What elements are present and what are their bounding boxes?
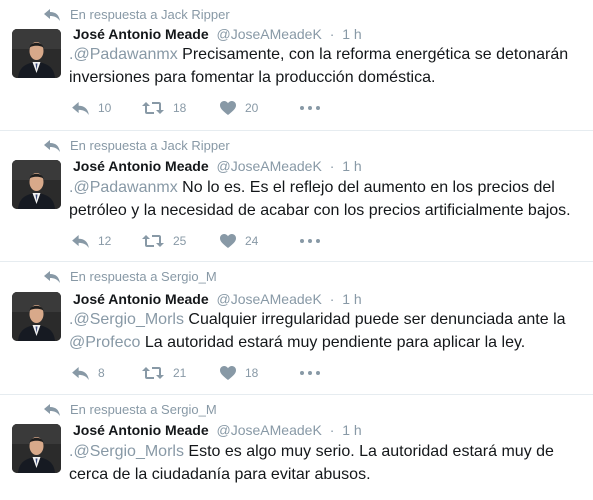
tweet-header: José Antonio Meade @JoseAMeadeK · 1 h: [73, 291, 362, 307]
retweet-count: 21: [173, 366, 187, 380]
author-name[interactable]: José Antonio Meade: [73, 422, 209, 438]
reply-context-text: En respuesta a Sergio_M: [70, 402, 217, 417]
author-handle[interactable]: @JoseAMeadeK: [217, 422, 322, 438]
author-name[interactable]: José Antonio Meade: [73, 158, 209, 174]
reply-count: 10: [98, 101, 112, 115]
reply-context[interactable]: En respuesta a Sergio_M: [44, 269, 217, 284]
reply-context-text: En respuesta a Sergio_M: [70, 269, 217, 284]
retweet-count: 25: [173, 234, 187, 248]
reply-context-text: En respuesta a Jack Ripper: [70, 138, 230, 153]
reply-context-text: En respuesta a Jack Ripper: [70, 7, 230, 22]
like-icon: [220, 366, 236, 380]
tweet[interactable]: En respuesta a Jack Ripper José Antonio …: [0, 0, 593, 131]
mention-link[interactable]: .@Sergio_Morls: [69, 443, 184, 460]
tweet-body: Cualquier irregularidad puede ser denunc…: [183, 311, 566, 328]
reply-count: 12: [98, 234, 112, 248]
more-button[interactable]: [300, 106, 320, 110]
mention-link[interactable]: @Profeco: [69, 334, 140, 351]
avatar[interactable]: [12, 292, 61, 341]
reply-context[interactable]: En respuesta a Sergio_M: [44, 402, 217, 417]
timestamp[interactable]: 1 h: [342, 422, 361, 438]
tweet-text: .@Sergio_Morls Cualquier irregularidad p…: [69, 308, 584, 354]
author-handle[interactable]: @JoseAMeadeK: [217, 26, 322, 42]
retweet-icon: [142, 366, 164, 380]
tweet[interactable]: En respuesta a Jack Ripper José Antonio …: [0, 131, 593, 262]
like-button[interactable]: 20: [220, 101, 300, 115]
timestamp[interactable]: 1 h: [342, 158, 361, 174]
reply-arrow-icon: [44, 140, 60, 152]
tweet-header: José Antonio Meade @JoseAMeadeK · 1 h: [73, 422, 362, 438]
separator-dot: ·: [329, 26, 335, 42]
retweet-button[interactable]: 18: [142, 101, 220, 115]
avatar[interactable]: [12, 29, 61, 78]
timestamp[interactable]: 1 h: [342, 291, 361, 307]
more-icon: [300, 106, 320, 110]
reply-arrow-icon: [44, 9, 60, 21]
tweet-text: .@Sergio_Morls Esto es algo muy serio. L…: [69, 440, 584, 486]
tweet[interactable]: En respuesta a Sergio_M José Antonio Mea…: [0, 395, 593, 500]
mention-link[interactable]: .@Sergio_Morls: [69, 311, 184, 328]
mention-link[interactable]: .@Padawanmx: [69, 179, 178, 196]
retweet-button[interactable]: 21: [142, 366, 220, 380]
tweet-text: .@Padawanmx No lo es. Es el reflejo del …: [69, 176, 584, 222]
tweet-body: La autoridad estará muy pendiente para a…: [140, 334, 526, 351]
like-icon: [220, 234, 236, 248]
like-count: 18: [245, 366, 259, 380]
reply-icon: [72, 367, 89, 380]
reply-button[interactable]: 8: [72, 366, 142, 380]
separator-dot: ·: [329, 158, 335, 174]
like-count: 24: [245, 234, 259, 248]
author-handle[interactable]: @JoseAMeadeK: [217, 158, 322, 174]
tweet-header: José Antonio Meade @JoseAMeadeK · 1 h: [73, 26, 362, 42]
reply-button[interactable]: 10: [72, 101, 142, 115]
reply-context[interactable]: En respuesta a Jack Ripper: [44, 138, 230, 153]
more-button[interactable]: [300, 371, 320, 375]
tweet-actions: 10 18 20: [72, 101, 320, 115]
retweet-count: 18: [173, 101, 187, 115]
more-icon: [300, 371, 320, 375]
avatar[interactable]: [12, 160, 61, 209]
more-button[interactable]: [300, 239, 320, 243]
tweet-text: .@Padawanmx Precisamente, con la reforma…: [69, 43, 584, 89]
more-icon: [300, 239, 320, 243]
reply-icon: [72, 102, 89, 115]
like-count: 20: [245, 101, 259, 115]
like-button[interactable]: 24: [220, 234, 300, 248]
retweet-icon: [142, 234, 164, 248]
timestamp[interactable]: 1 h: [342, 26, 361, 42]
author-name[interactable]: José Antonio Meade: [73, 291, 209, 307]
like-button[interactable]: 18: [220, 366, 300, 380]
avatar[interactable]: [12, 424, 61, 473]
retweet-button[interactable]: 25: [142, 234, 220, 248]
author-name[interactable]: José Antonio Meade: [73, 26, 209, 42]
tweet-feed: En respuesta a Jack Ripper José Antonio …: [0, 0, 593, 500]
separator-dot: ·: [329, 291, 335, 307]
reply-arrow-icon: [44, 271, 60, 283]
tweet-actions: 12 25 24: [72, 234, 320, 248]
separator-dot: ·: [329, 422, 335, 438]
tweet-actions: 8 21 18: [72, 366, 320, 380]
reply-arrow-icon: [44, 404, 60, 416]
tweet-header: José Antonio Meade @JoseAMeadeK · 1 h: [73, 158, 362, 174]
reply-button[interactable]: 12: [72, 234, 142, 248]
retweet-icon: [142, 101, 164, 115]
author-handle[interactable]: @JoseAMeadeK: [217, 291, 322, 307]
reply-context[interactable]: En respuesta a Jack Ripper: [44, 7, 230, 22]
reply-count: 8: [98, 366, 105, 380]
tweet[interactable]: En respuesta a Sergio_M José Antonio Mea…: [0, 262, 593, 395]
like-icon: [220, 101, 236, 115]
reply-icon: [72, 235, 89, 248]
mention-link[interactable]: .@Padawanmx: [69, 46, 178, 63]
